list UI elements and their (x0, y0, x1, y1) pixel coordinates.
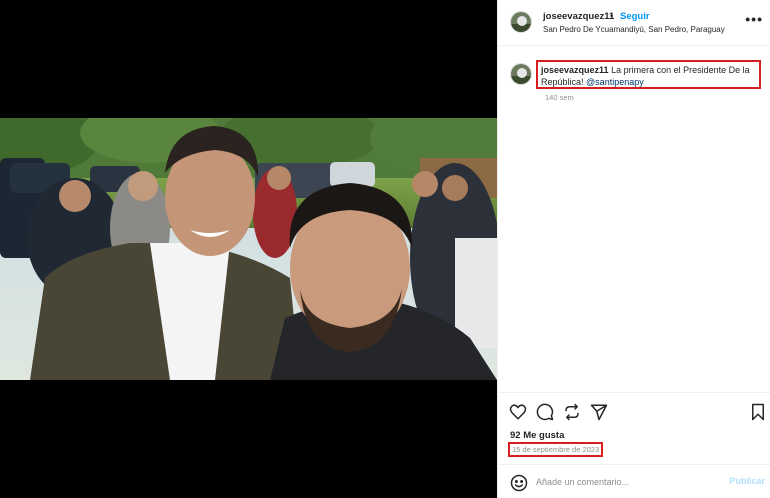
post-date: 15 de septiembre de 2023 (508, 442, 604, 457)
follow-button[interactable]: Seguir (620, 11, 650, 22)
share-icon[interactable] (563, 403, 581, 421)
post-media (0, 0, 497, 498)
selfie-photo (0, 118, 497, 380)
caption-username[interactable]: joseevazquez11 (541, 65, 609, 75)
separator-dot: • (610, 11, 614, 22)
post-location[interactable]: San Pedro De Ycuamandiyú, San Pedro, Par… (543, 25, 725, 34)
heart-icon[interactable] (509, 403, 527, 421)
caption-timestamp: 140 sem (545, 93, 574, 102)
post-header: joseevazquez11 • Seguir San Pedro De Ycu… (498, 0, 770, 46)
post-side-panel: joseevazquez11 • Seguir San Pedro De Ycu… (497, 0, 770, 498)
comment-bar: Publicar (498, 464, 770, 498)
comment-input[interactable] (536, 474, 716, 490)
post-photo[interactable] (0, 118, 497, 380)
likes-count[interactable]: 92 Me gusta (510, 430, 564, 441)
caption-avatar[interactable] (510, 63, 532, 85)
more-options-icon[interactable]: ••• (745, 12, 763, 26)
caption-mention[interactable]: @santipenapy (586, 77, 644, 87)
action-bar (498, 392, 770, 428)
author-username[interactable]: joseevazquez11 (543, 11, 614, 22)
caption-highlight-box: joseevazquez11 La primera con el Preside… (536, 60, 761, 89)
emoji-icon[interactable] (510, 474, 528, 492)
comment-icon[interactable] (536, 403, 554, 421)
avatar[interactable] (510, 11, 532, 33)
bookmark-icon[interactable] (749, 403, 767, 421)
publish-button[interactable]: Publicar (729, 476, 765, 486)
send-icon[interactable] (590, 403, 608, 421)
